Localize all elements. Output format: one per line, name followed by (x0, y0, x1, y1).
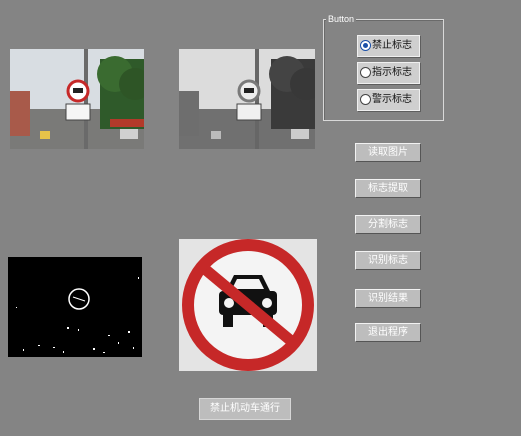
radio-unchecked-icon (360, 67, 371, 78)
radio-checked-icon (360, 40, 371, 51)
radio-unchecked-icon (360, 94, 371, 105)
radio-label: 指示标志 (372, 67, 412, 78)
segment-sign-button[interactable]: 分割标志 (355, 215, 421, 234)
recognize-sign-button[interactable]: 识别标志 (355, 251, 421, 270)
radio-prohibition[interactable]: 禁止标志 (357, 35, 420, 57)
read-image-button[interactable]: 读取图片 (355, 143, 421, 162)
binary-image (8, 257, 142, 357)
radio-warning[interactable]: 警示标志 (357, 89, 420, 111)
radio-indication[interactable]: 指示标志 (357, 62, 420, 84)
exit-program-button[interactable]: 退出程序 (355, 323, 421, 342)
extract-sign-button[interactable]: 标志提取 (355, 179, 421, 198)
radio-label: 警示标志 (372, 94, 412, 105)
radio-label: 禁止标志 (372, 40, 412, 51)
original-image (10, 49, 144, 149)
group-title: Button (326, 13, 357, 25)
recognition-result-button[interactable]: 识别结果 (355, 289, 421, 308)
recognition-result-text: 禁止机动车通行 (199, 398, 291, 420)
segmented-sign-image (179, 239, 317, 371)
grayscale-image (179, 49, 315, 149)
